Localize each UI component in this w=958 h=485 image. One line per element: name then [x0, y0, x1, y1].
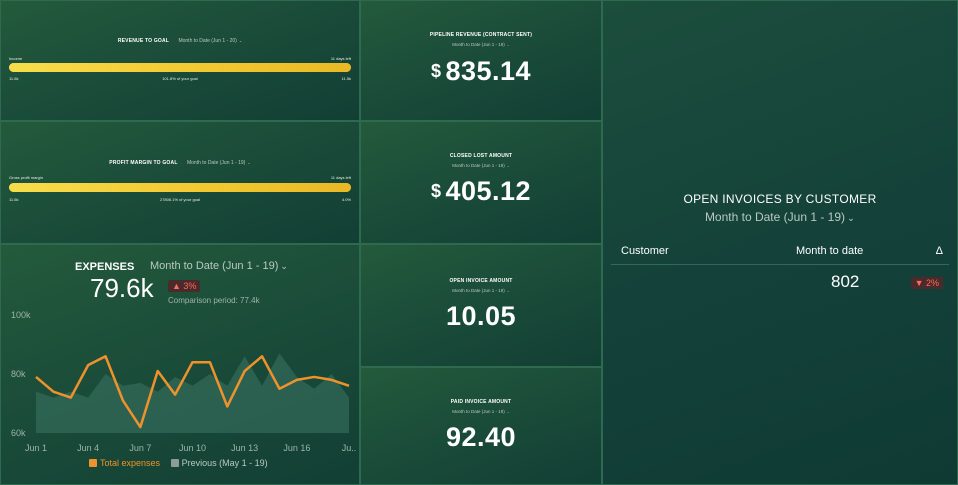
- expenses-tile: EXPENSES Month to Date (Jun 1 - 19) ⌄ 79.…: [0, 244, 360, 485]
- invoices-title: OPEN INVOICES BY CUSTOMER: [683, 192, 877, 206]
- chevron-down-icon: ⌄: [238, 38, 243, 43]
- column-header-month-to-date[interactable]: Month to date: [796, 245, 863, 257]
- chevron-down-icon: ⌄: [506, 289, 510, 293]
- currency-symbol: $: [430, 61, 442, 81]
- table-header: Customer Month to date Δ: [611, 244, 949, 265]
- currency-symbol: $: [430, 181, 442, 201]
- column-header-delta[interactable]: Δ: [936, 245, 943, 257]
- x-tick-label: Jun 10: [179, 443, 206, 453]
- pipeline-revenue-tile: PIPELINE REVENUE (CONTRACT SENT) Month t…: [360, 0, 602, 121]
- y-tick-label: 100k: [11, 310, 31, 320]
- invoices-table: Customer Month to date Δ 802 ▼ 2%: [611, 244, 949, 295]
- revenue-goal-progress-bar: [9, 63, 351, 72]
- open-invoice-tile: OPEN INVOICE AMOUNT Month to Date (Jun 1…: [360, 244, 602, 367]
- chevron-down-icon: ⌄: [506, 164, 510, 168]
- open-invoice-period-dropdown[interactable]: Month to Date (Jun 1 - 19) ⌄: [361, 288, 601, 293]
- checkbox-icon: [170, 459, 179, 467]
- revenue-goal-metric-label: Income: [9, 56, 23, 61]
- profit-goal-days-left: 11 days left: [330, 175, 351, 180]
- column-header-customer[interactable]: Customer: [621, 245, 669, 257]
- row-change-badge: ▼ 2%: [910, 277, 943, 289]
- closed-lost-title: CLOSED LOST AMOUNT: [449, 153, 513, 159]
- expenses-line-chart: 100k 80k 60k Jun 1 Jun 4 Jun 7 Jun 10 Jun 13 Jun…: [11, 310, 357, 453]
- x-tick-label: Ju..: [342, 443, 357, 453]
- x-tick-label: Jun 1: [25, 443, 47, 453]
- previous-series-area: [36, 353, 349, 433]
- chevron-down-icon: ⌄: [506, 43, 510, 47]
- table-row[interactable]: 802 ▼ 2%: [611, 265, 949, 295]
- legend-item-total-expenses[interactable]: Total expenses: [89, 458, 160, 468]
- pipeline-revenue-value: $835.14: [430, 56, 532, 86]
- profit-goal-header: PROFIT MARGIN TO GOAL Month to Date (Jun…: [1, 160, 359, 166]
- x-tick-label: Jun 7: [129, 443, 151, 453]
- profit-goal-progress-bar: [9, 183, 351, 192]
- profit-goal-tile: PROFIT MARGIN TO GOAL Month to Date (Jun…: [0, 121, 360, 244]
- pipeline-period-dropdown[interactable]: Month to Date (Jun 1 - 19) ⌄: [361, 42, 601, 47]
- profit-goal-metric-label: Gross profit margin: [9, 175, 44, 180]
- chevron-down-icon: ⌄: [247, 160, 251, 165]
- chevron-down-icon: ⌄: [506, 410, 510, 414]
- profit-goal-percent: 27806.1% of your goal: [159, 197, 201, 202]
- paid-invoice-tile: PAID INVOICE AMOUNT Month to Date (Jun 1…: [360, 367, 602, 485]
- revenue-goal-header: REVENUE TO GOAL Month to Date (Jun 1 - 2…: [1, 38, 359, 44]
- revenue-goal-tile: REVENUE TO GOAL Month to Date (Jun 1 - 2…: [0, 0, 360, 121]
- chevron-down-icon: ⌄: [847, 213, 856, 224]
- open-invoice-title: OPEN INVOICE AMOUNT: [449, 278, 513, 284]
- profit-goal-period-dropdown[interactable]: Month to Date (Jun 1 - 19) ⌄: [187, 160, 251, 166]
- open-invoice-value: 10.05: [445, 301, 517, 331]
- paid-invoice-title: PAID INVOICE AMOUNT: [450, 399, 512, 405]
- revenue-goal-title: REVENUE TO GOAL: [117, 38, 170, 44]
- paid-invoice-period-dropdown[interactable]: Month to Date (Jun 1 - 19) ⌄: [361, 409, 601, 414]
- x-tick-label: Jun 13: [231, 443, 258, 453]
- open-invoices-by-customer-tile: OPEN INVOICES BY CUSTOMER Month to Date …: [602, 0, 958, 485]
- x-tick-label: Jun 16: [283, 443, 310, 453]
- pipeline-revenue-title: PIPELINE REVENUE (CONTRACT SENT): [429, 32, 533, 38]
- closed-lost-value: $405.12: [430, 176, 532, 206]
- closed-lost-period-dropdown[interactable]: Month to Date (Jun 1 - 19) ⌄: [361, 163, 601, 168]
- checkbox-icon: [89, 459, 97, 467]
- closed-lost-tile: CLOSED LOST AMOUNT Month to Date (Jun 1 …: [360, 121, 602, 244]
- y-tick-label: 60k: [11, 428, 26, 438]
- revenue-goal-percent: 101.8% of your goal: [162, 76, 198, 81]
- revenue-goal-days-left: 11 days left: [330, 56, 351, 61]
- x-tick-label: Jun 4: [77, 443, 99, 453]
- revenue-goal-period-dropdown[interactable]: Month to Date (Jun 1 - 20) ⌄: [178, 38, 242, 44]
- legend-item-previous[interactable]: Previous (May 1 - 19): [170, 458, 268, 468]
- chart-legend: Total expenses Previous (May 1 - 19): [89, 458, 276, 468]
- y-tick-label: 80k: [11, 369, 26, 379]
- paid-invoice-value: 92.40: [445, 422, 517, 452]
- invoices-period-dropdown[interactable]: Month to Date (Jun 1 - 19) ⌄: [603, 210, 957, 224]
- row-month-to-date-value: 802: [831, 272, 860, 291]
- profit-goal-title: PROFIT MARGIN TO GOAL: [109, 160, 178, 166]
